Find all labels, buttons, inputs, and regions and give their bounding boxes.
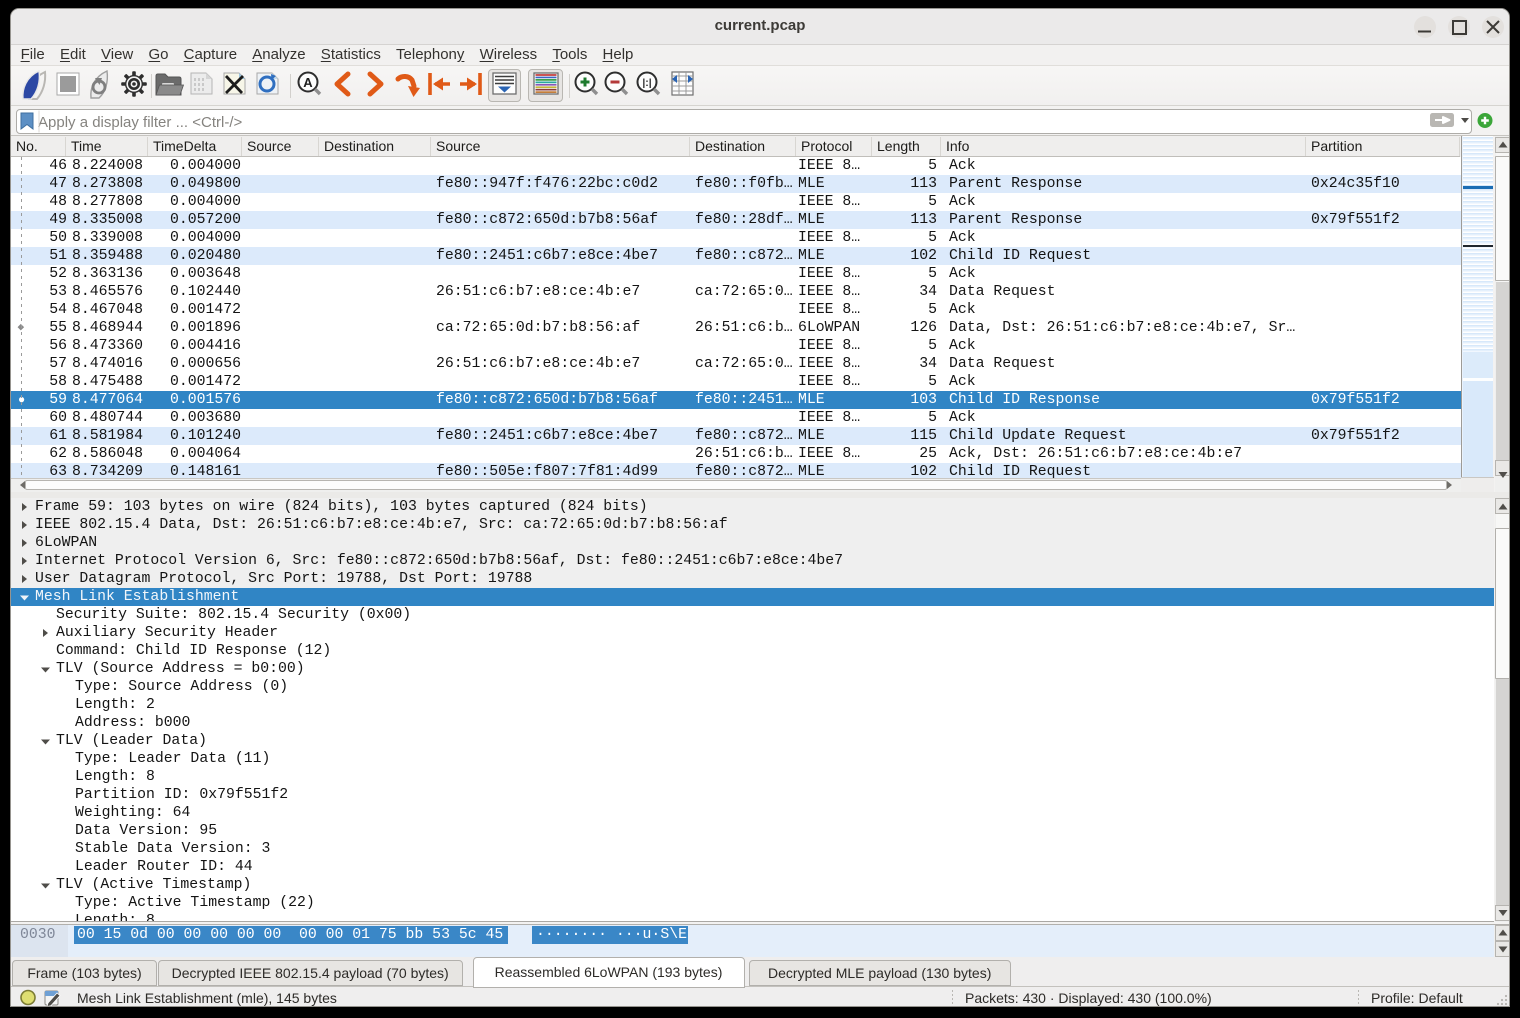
svg-text:A: A [303,75,313,90]
svg-text:|:|: |:| [642,77,651,89]
